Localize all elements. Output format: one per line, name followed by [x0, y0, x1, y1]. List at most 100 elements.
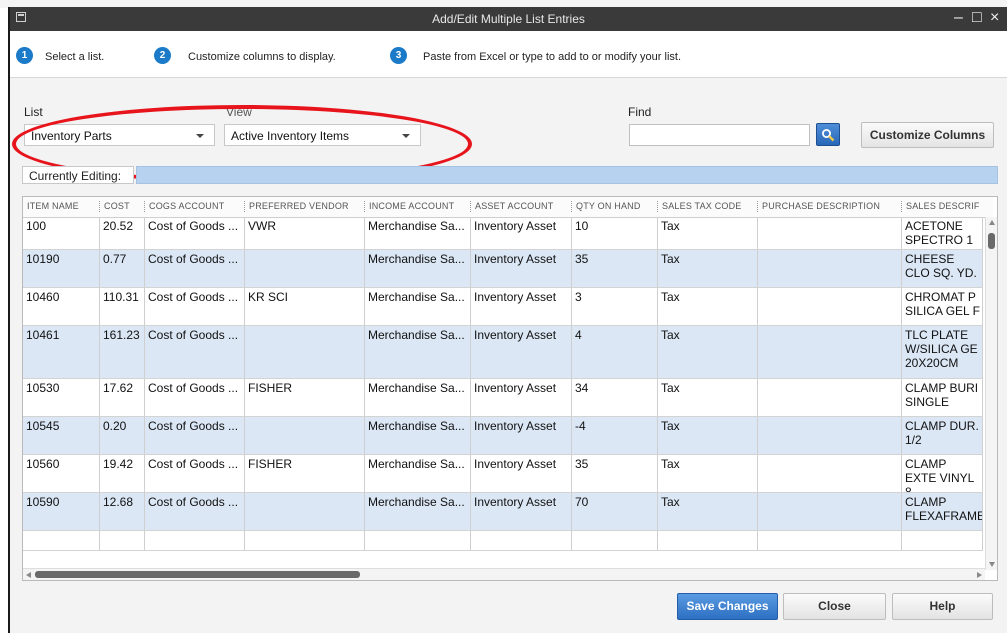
table-cell[interactable]: Merchandise Sa...	[365, 217, 471, 249]
table-cell[interactable]: VWR	[245, 217, 365, 249]
table-cell[interactable]: Cost of Goods ...	[145, 379, 245, 416]
vertical-scroll-thumb[interactable]	[988, 233, 995, 249]
scroll-left-icon[interactable]	[26, 572, 31, 578]
table-cell[interactable]	[758, 379, 902, 416]
scroll-down-icon[interactable]	[989, 562, 995, 567]
table-row[interactable]	[23, 531, 983, 551]
column-header[interactable]: PREFERRED VENDOR	[249, 201, 349, 211]
table-cell[interactable]	[245, 531, 365, 550]
table-cell[interactable]: -4	[572, 417, 658, 454]
table-cell[interactable]: 10560	[23, 455, 100, 492]
column-separator[interactable]	[99, 201, 100, 212]
column-separator[interactable]	[244, 201, 245, 212]
help-button[interactable]: Help	[892, 593, 993, 620]
table-cell[interactable]: 161.23	[100, 326, 145, 378]
table-cell[interactable]: Merchandise Sa...	[365, 417, 471, 454]
table-row[interactable]: 10460 110.31 Cost of Goods ... KR SCI Mercha…	[23, 288, 983, 326]
table-cell[interactable]: Tax	[658, 493, 758, 530]
table-cell[interactable]: 19.42	[100, 455, 145, 492]
table-cell[interactable]: CHROMAT P SILICA GEL F	[902, 288, 983, 325]
table-cell[interactable]	[758, 455, 902, 492]
table-cell[interactable]	[365, 531, 471, 550]
vertical-scrollbar[interactable]	[985, 217, 997, 570]
table-cell[interactable]	[145, 531, 245, 550]
column-separator[interactable]	[901, 201, 902, 212]
table-cell[interactable]: Inventory Asset	[471, 417, 572, 454]
table-cell[interactable]	[658, 531, 758, 550]
table-cell[interactable]	[758, 217, 902, 249]
table-cell[interactable]: Cost of Goods ...	[145, 326, 245, 378]
table-cell[interactable]: Tax	[658, 417, 758, 454]
column-separator[interactable]	[757, 201, 758, 212]
table-cell[interactable]: 10190	[23, 250, 100, 287]
table-cell[interactable]: Inventory Asset	[471, 250, 572, 287]
table-cell[interactable]: Cost of Goods ...	[145, 217, 245, 249]
table-cell[interactable]: 10461	[23, 326, 100, 378]
table-cell[interactable]: TLC PLATE W/SILICA GE 20X20CM	[902, 326, 983, 378]
table-cell[interactable]: 10	[572, 217, 658, 249]
table-cell[interactable]: 3	[572, 288, 658, 325]
column-header[interactable]: COGS ACCOUNT	[149, 201, 224, 211]
table-cell[interactable]: Inventory Asset	[471, 326, 572, 378]
table-cell[interactable]: CLAMP FLEXAFRAME	[902, 493, 983, 530]
table-row[interactable]: 10560 19.42 Cost of Goods ... FISHER Merchan…	[23, 455, 983, 493]
table-row[interactable]: 10590 12.68 Cost of Goods ... Merchandise S…	[23, 493, 983, 531]
table-cell[interactable]: 35	[572, 250, 658, 287]
table-cell[interactable]: CHEESE CLO SQ. YD.	[902, 250, 983, 287]
table-cell[interactable]: Tax	[658, 288, 758, 325]
customize-columns-button[interactable]: Customize Columns	[861, 122, 994, 148]
table-cell[interactable]: Cost of Goods ...	[145, 455, 245, 492]
table-cell[interactable]	[758, 531, 902, 550]
column-separator[interactable]	[657, 201, 658, 212]
close-icon[interactable]: ×	[990, 8, 999, 28]
table-cell[interactable]: 0.20	[100, 417, 145, 454]
table-cell[interactable]	[245, 493, 365, 530]
table-cell[interactable]: 20.52	[100, 217, 145, 249]
table-cell[interactable]: 110.31	[100, 288, 145, 325]
horizontal-scroll-thumb[interactable]	[35, 571, 360, 578]
horizontal-scrollbar[interactable]	[23, 568, 985, 580]
table-cell[interactable]	[758, 417, 902, 454]
table-cell[interactable]: Inventory Asset	[471, 288, 572, 325]
table-cell[interactable]: Merchandise Sa...	[365, 455, 471, 492]
table-row[interactable]: 10190 0.77 Cost of Goods ... Merchandise Sa…	[23, 250, 983, 288]
table-cell[interactable]: Merchandise Sa...	[365, 288, 471, 325]
table-cell[interactable]: Inventory Asset	[471, 455, 572, 492]
column-separator[interactable]	[470, 201, 471, 212]
table-cell[interactable]: Merchandise Sa...	[365, 379, 471, 416]
table-row[interactable]: 10545 0.20 Cost of Goods ... Merchandise Sa…	[23, 417, 983, 455]
table-cell[interactable]	[572, 531, 658, 550]
table-row[interactable]: 100 20.52 Cost of Goods ... VWR Merchandise …	[23, 217, 983, 250]
table-cell[interactable]	[100, 531, 145, 550]
table-cell[interactable]	[23, 531, 100, 550]
column-header[interactable]: ITEM NAME	[27, 201, 79, 211]
table-cell[interactable]	[245, 417, 365, 454]
table-cell[interactable]: Merchandise Sa...	[365, 250, 471, 287]
table-cell[interactable]: 17.62	[100, 379, 145, 416]
column-separator[interactable]	[144, 201, 145, 212]
find-input[interactable]	[629, 124, 810, 146]
table-cell[interactable]	[758, 493, 902, 530]
scroll-up-icon[interactable]	[989, 220, 995, 225]
table-cell[interactable]	[758, 288, 902, 325]
table-cell[interactable]: 100	[23, 217, 100, 249]
column-header[interactable]: ASSET ACCOUNT	[475, 201, 553, 211]
table-cell[interactable]	[758, 250, 902, 287]
table-cell[interactable]: ACETONE SPECTRO 1	[902, 217, 983, 249]
column-header[interactable]: SALES TAX CODE	[662, 201, 742, 211]
scroll-right-icon[interactable]	[977, 572, 982, 578]
table-cell[interactable]	[758, 326, 902, 378]
table-cell[interactable]: 12.68	[100, 493, 145, 530]
table-cell[interactable]	[245, 326, 365, 378]
table-cell[interactable]	[245, 250, 365, 287]
table-cell[interactable]: Tax	[658, 326, 758, 378]
table-cell[interactable]: Merchandise Sa...	[365, 493, 471, 530]
table-cell[interactable]: Tax	[658, 217, 758, 249]
close-button[interactable]: Close	[783, 593, 886, 620]
table-cell[interactable]: CLAMP BURI SINGLE	[902, 379, 983, 416]
column-header[interactable]: QTY ON HAND	[576, 201, 641, 211]
table-cell[interactable]: 4	[572, 326, 658, 378]
minimize-icon[interactable]: –	[954, 8, 963, 28]
save-changes-button[interactable]: Save Changes	[677, 593, 778, 620]
table-cell[interactable]: 10460	[23, 288, 100, 325]
